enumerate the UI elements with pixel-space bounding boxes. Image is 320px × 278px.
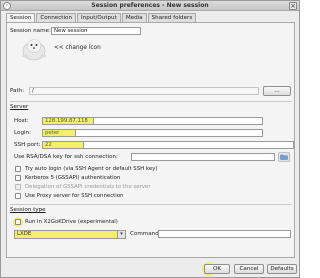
window-title: Session preferences - New session [91,2,209,9]
auto-login-checkbox[interactable] [15,166,21,172]
command-input[interactable] [158,230,291,238]
ssh-port-label: SSH port: [14,142,41,148]
login-input-rest[interactable] [76,129,263,137]
kerberos-label: Kerberos 5 (GSSAPI) authentication [25,175,121,181]
proxy-checkbox[interactable] [15,193,21,199]
host-input[interactable]: 128.199.87.118 [42,117,94,125]
tab-bar: Session Connection Input/Output Media Sh… [6,13,197,23]
change-icon-link[interactable]: << change icon [54,45,101,51]
host-label: Host: [14,118,29,124]
chevron-down-icon[interactable]: ▾ [117,231,125,238]
session-tab-panel: Session name: New session << change icon… [6,22,295,258]
ssh-port-input[interactable]: 22 [42,141,84,149]
session-type-separator [10,204,292,205]
path-browse-button[interactable]: ... [263,86,291,96]
rsa-key-input[interactable] [131,153,275,161]
kerberos-checkbox[interactable] [15,175,21,181]
title-bar[interactable]: ◦ Session preferences - New session × [1,1,299,11]
path-label: Path: [10,88,25,94]
session-preferences-window: ◦ Session preferences - New session × Se… [0,0,300,278]
run-in-x2gokdrive-label: Run in X2GoKDrive (experimental) [25,219,118,225]
auto-login-option[interactable]: Try auto login (via SSH Agent or default… [15,165,157,173]
proxy-label: Use Proxy server for SSH connection [25,193,124,199]
ssh-port-input-rest[interactable] [84,141,294,149]
kerberos-option[interactable]: Kerberos 5 (GSSAPI) authentication [15,174,120,182]
gssapi-delegation-checkbox [15,184,21,190]
session-type-value: LXDE [17,231,32,237]
run-in-x2gokdrive-checkbox[interactable] [15,219,21,225]
tab-input-output[interactable]: Input/Output [77,13,121,22]
path-input[interactable]: / [29,87,259,95]
login-input[interactable]: peter [42,129,76,137]
session-name-input[interactable]: New session [51,27,141,35]
run-in-x2gokdrive-option[interactable]: Run in X2GoKDrive (experimental) [15,218,118,226]
host-input-rest[interactable] [94,117,263,125]
close-button[interactable]: × [289,2,297,10]
auto-login-label: Try auto login (via SSH Agent or default… [25,166,158,172]
tab-shared-folders[interactable]: Shared folders [147,13,197,22]
ok-button[interactable]: OK [204,264,230,274]
login-label: Login: [14,130,31,136]
cancel-button[interactable]: Cancel [234,264,264,274]
tab-connection[interactable]: Connection [36,13,76,22]
defaults-button[interactable]: Defaults [267,264,297,274]
gssapi-delegation-label: Delegation of GSSAPI credentials to the … [25,184,151,190]
folder-open-icon[interactable] [278,152,290,162]
server-group-title: Server [10,104,29,110]
tab-media[interactable]: Media [121,13,147,22]
session-type-select[interactable]: LXDE ▾ [14,230,126,239]
proxy-option[interactable]: Use Proxy server for SSH connection [15,192,123,200]
rsa-key-label: Use RSA/DSA key for ssh connection: [14,154,118,160]
server-separator [10,101,292,102]
session-type-group-title: Session type [10,207,46,213]
seal-session-icon[interactable] [21,37,47,61]
command-label: Command: [130,231,161,237]
session-name-label: Session name: [10,28,51,34]
gssapi-delegation-option: Delegation of GSSAPI credentials to the … [15,183,151,191]
